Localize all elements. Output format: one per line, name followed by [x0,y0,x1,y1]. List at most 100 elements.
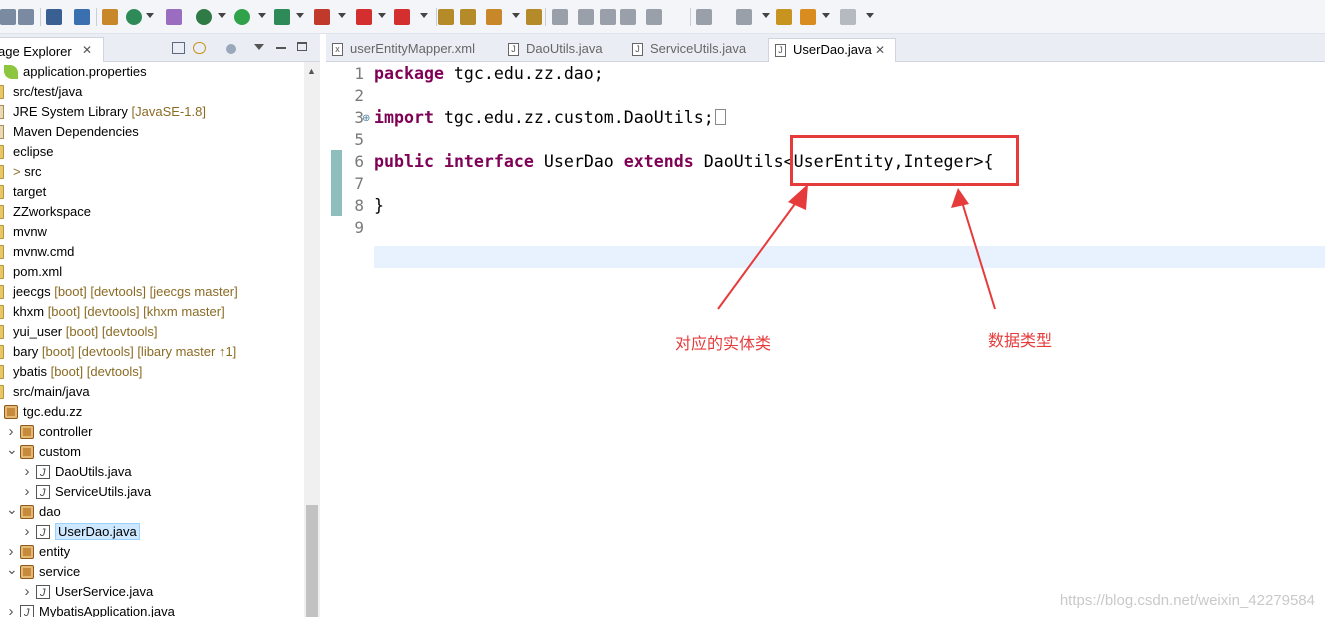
block-select-icon[interactable] [620,9,636,25]
tree-item[interactable]: ZZworkspace [0,202,304,222]
tree-item[interactable]: JRE System Library [JavaSE-1.8] [0,102,304,122]
tree-item[interactable]: > src [0,162,304,182]
tree-item[interactable]: src/test/java [0,82,304,102]
terminal-icon[interactable] [46,9,62,25]
scroll-up-icon[interactable]: ▲ [307,66,316,76]
chevron-down-icon[interactable] [296,13,304,18]
back-icon[interactable] [800,9,816,25]
chevron-down-icon[interactable] [218,13,226,18]
editor-tab[interactable]: J ServiceUtils.java [626,38,762,62]
folded-imports-marker[interactable] [714,109,726,125]
next-annotation-icon[interactable] [696,9,712,25]
chevron-down-icon[interactable]: ⌄ [6,562,18,582]
maximize-icon[interactable] [297,42,307,51]
coverage-icon[interactable] [274,9,290,25]
open-type-icon[interactable] [526,9,542,25]
chevron-down-icon[interactable] [146,13,154,18]
expand-fold-icon[interactable]: ⊕ [362,113,370,124]
new-server-icon[interactable] [394,9,410,25]
chevron-down-icon[interactable] [866,13,874,18]
close-icon[interactable]: ✕ [875,39,885,61]
tree-item[interactable]: ⌄ custom [0,442,304,462]
annotation-icon[interactable] [552,9,568,25]
package-icon [20,505,34,519]
chevron-right-icon[interactable]: › [6,602,16,617]
last-edit-icon[interactable] [776,9,792,25]
skip-breakpoints-icon[interactable] [74,9,90,25]
chevron-down-icon[interactable]: ⌄ [6,442,18,462]
tree-item[interactable]: yui_user [boot] [devtools] [0,322,304,342]
tree-item[interactable]: ⌄ dao [0,502,304,522]
chevron-down-icon[interactable] [762,13,770,18]
scrollbar-thumb[interactable] [306,505,318,617]
tree-item[interactable]: › entity [0,542,304,562]
chevron-right-icon[interactable]: › [6,422,16,442]
editor-tab[interactable]: x userEntityMapper.xml [326,38,496,62]
filter-icon[interactable] [226,44,236,54]
forward-icon[interactable] [840,9,856,25]
chevron-down-icon[interactable] [420,13,428,18]
tree-item[interactable]: target [0,182,304,202]
tree-item[interactable]: jeecgs [boot] [devtools] [jeecgs master] [0,282,304,302]
chevron-down-icon[interactable]: ⌄ [6,502,18,522]
chevron-down-icon[interactable] [258,13,266,18]
open-folder-icon[interactable] [460,9,476,25]
explorer-scrollbar[interactable]: ▲ [304,62,320,617]
explorer-tab-bar: age Explorer ✕ [0,34,320,62]
tree-item[interactable]: application.properties [0,62,304,82]
tree-item[interactable]: eclipse [0,142,304,162]
search-replace-icon[interactable] [166,9,182,25]
chevron-right-icon[interactable]: › [6,542,16,562]
tree-item-label: controller [39,424,93,439]
tree-item[interactable]: Maven Dependencies [0,122,304,142]
tree-item[interactable]: › UserService.java [0,582,304,603]
tree-item[interactable]: ybatis [boot] [devtools] [0,362,304,382]
editor-tab[interactable]: J UserDao.java ✕ [768,38,896,62]
tree-item[interactable]: src/main/java [0,382,304,402]
chevron-down-icon[interactable] [822,13,830,18]
save-icon[interactable] [0,9,16,25]
tree-item[interactable]: bary [boot] [devtools] [libary master ↑1… [0,342,304,362]
new-java-project-icon[interactable] [438,9,454,25]
tree-item-label: Maven Dependencies [13,124,139,139]
run-icon[interactable] [234,9,250,25]
build-icon[interactable] [102,9,118,25]
toolbar-separator [545,8,546,26]
chevron-down-icon[interactable] [338,13,346,18]
tree-item[interactable]: mvnw.cmd [0,242,304,262]
debug-icon[interactable] [196,9,212,25]
pin-editor-icon[interactable] [578,9,594,25]
tree-item[interactable]: › controller [0,422,304,442]
show-whitespace-icon[interactable] [646,9,662,25]
refresh-icon[interactable] [126,9,142,25]
chevron-right-icon[interactable]: › [22,522,32,542]
tree-item[interactable]: › MybatisApplication.java [0,602,304,617]
view-menu-icon[interactable] [254,44,264,50]
tree-item[interactable]: khxm [boot] [devtools] [khxm master] [0,302,304,322]
chevron-right-icon[interactable]: › [22,462,32,482]
stop-icon[interactable] [356,9,372,25]
chevron-right-icon[interactable]: › [22,582,32,602]
toggle-mark-icon[interactable] [600,9,616,25]
save-all-icon[interactable] [18,9,34,25]
chevron-right-icon[interactable]: › [22,482,32,502]
chevron-down-icon[interactable] [378,13,386,18]
minimize-icon[interactable] [276,47,286,49]
prev-annotation-icon[interactable] [736,9,752,25]
tree-item[interactable]: mvnw [0,222,304,242]
external-tools-icon[interactable] [314,9,330,25]
close-icon[interactable]: ✕ [82,43,92,57]
run-server-icon[interactable] [486,9,502,25]
tree-item[interactable]: pom.xml [0,262,304,282]
tree-item[interactable]: › ServiceUtils.java [0,482,304,503]
tree-item[interactable]: ⌄ service [0,562,304,582]
chevron-down-icon[interactable] [512,13,520,18]
tree-item[interactable]: tgc.edu.zz [0,402,304,422]
editor-tab[interactable]: J DaoUtils.java [502,38,620,62]
tree-item[interactable]: › DaoUtils.java [0,462,304,483]
tree-item-label: bary [13,344,39,359]
tree-item[interactable]: › UserDao.java [0,522,304,543]
tab-package-explorer[interactable]: age Explorer ✕ [0,37,104,62]
collapse-all-icon[interactable] [172,42,185,54]
link-editor-icon[interactable] [193,42,206,54]
